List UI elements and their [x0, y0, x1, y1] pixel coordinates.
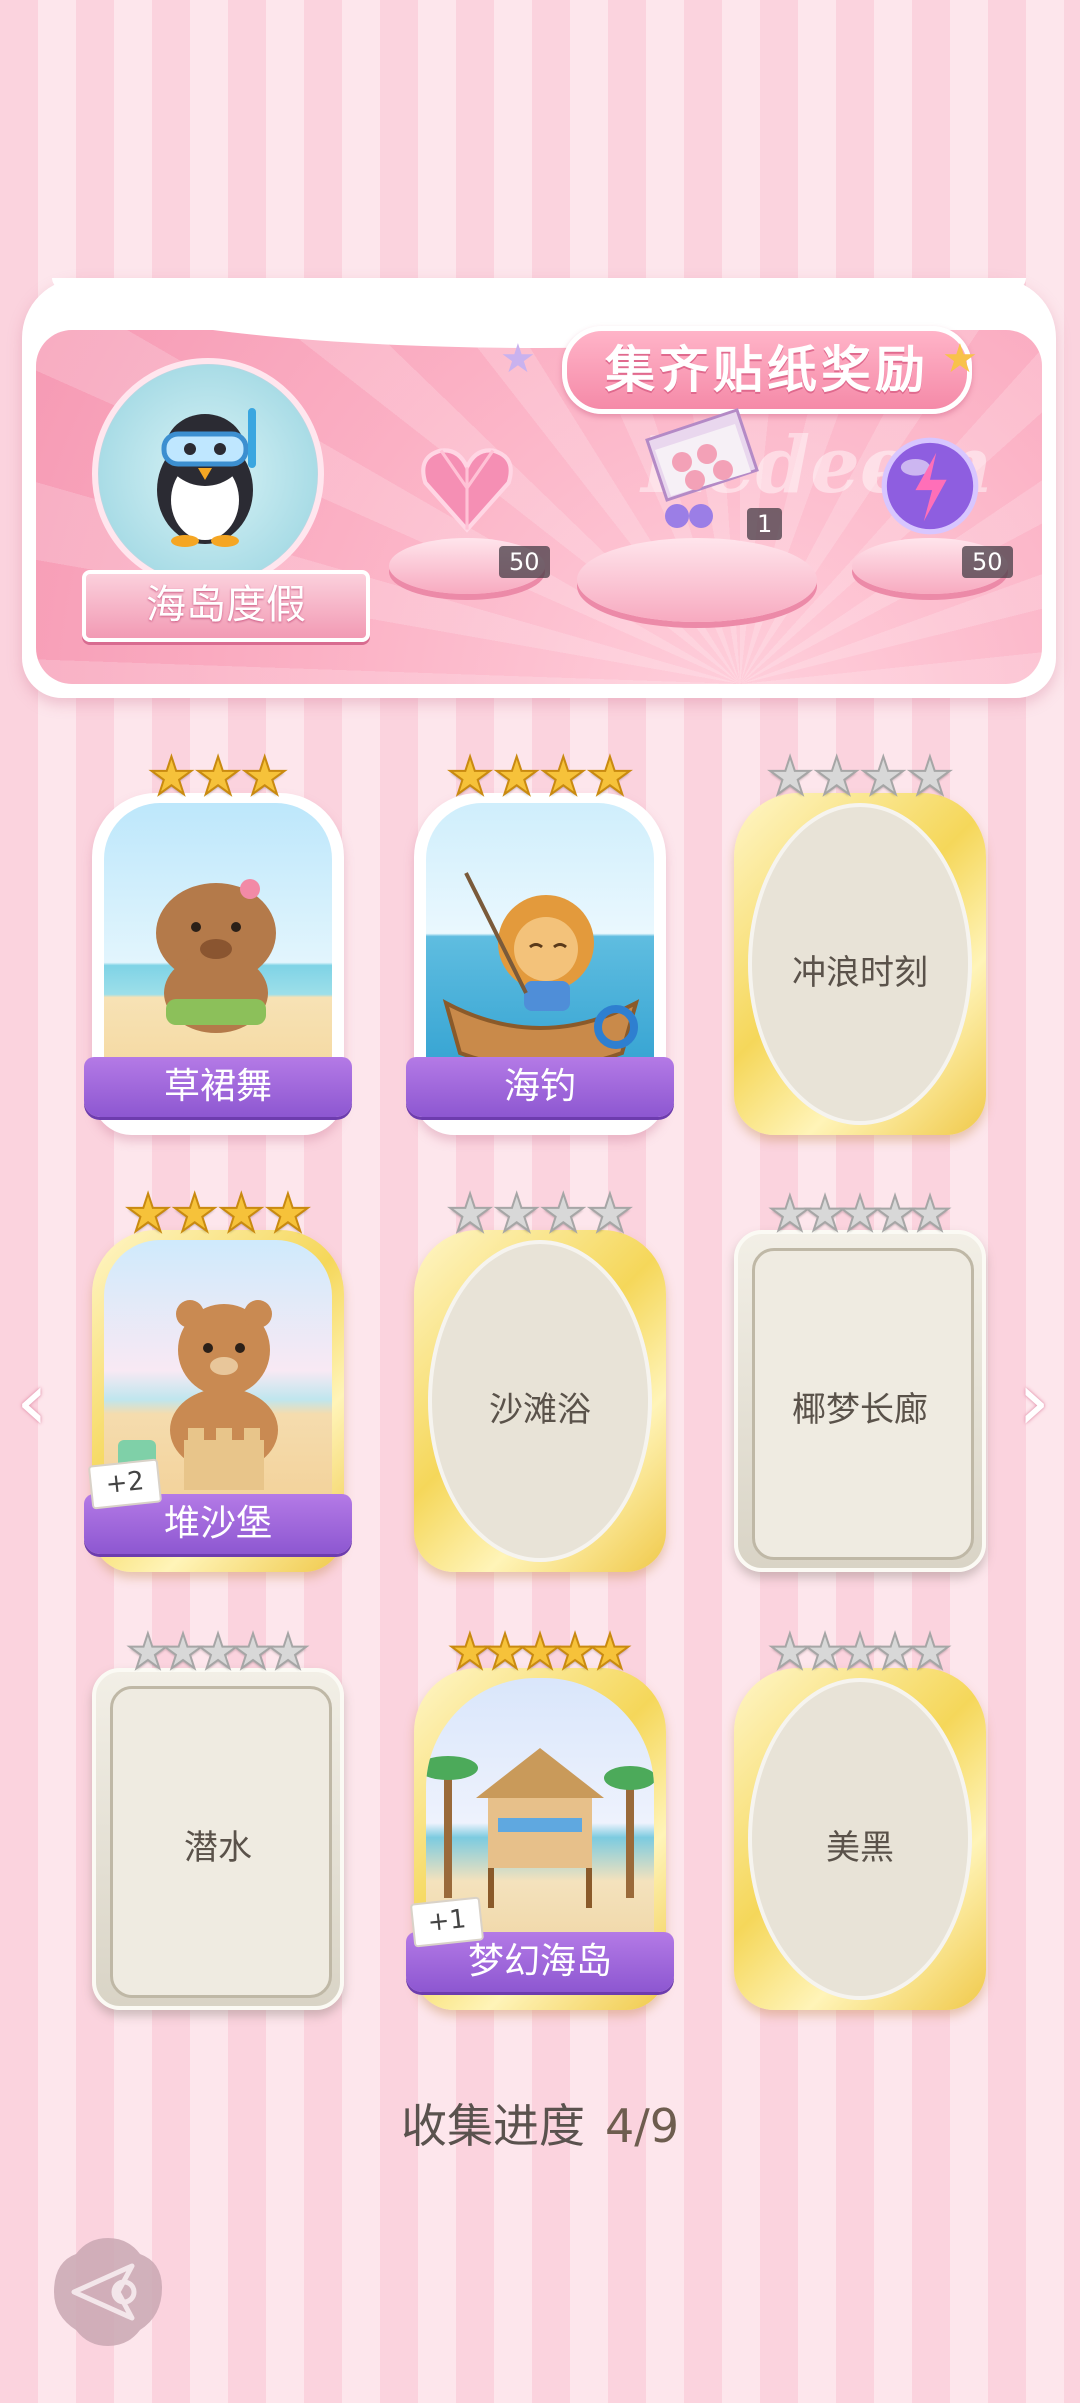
reward-item-gift: 1	[577, 398, 817, 628]
sticker-card[interactable]: ★ ★ ★ ★ 海钓	[406, 750, 674, 1135]
reward-count: 1	[747, 508, 783, 540]
pink-heart-gem-icon	[421, 448, 513, 533]
sticker-card[interactable]: ★ ★ ★ 草裙舞	[84, 750, 352, 1135]
progress-label: 收集进度	[400, 2099, 585, 2153]
bonus-badge: +2	[87, 1458, 163, 1510]
sticker-card-locked[interactable]: 椰梦长廊 ★ ★ ★ ★ ★	[734, 1187, 986, 1572]
chevron-right-icon[interactable]: ›	[1018, 1362, 1050, 1442]
sticker-card[interactable]: ★ ★ ★ ★ ★ +1 梦幻海岛	[406, 1625, 674, 2010]
star-icon: ★	[812, 747, 861, 807]
reward-count: 50	[499, 546, 550, 578]
star-icon: ★	[124, 1184, 173, 1244]
capybara-hula-icon	[104, 803, 332, 1093]
star-icon: ★	[240, 747, 289, 807]
star-icon: ★	[539, 747, 588, 807]
reward-item-energy: 50	[850, 428, 1013, 618]
star-icon: ★	[492, 747, 541, 807]
star-icon: ★	[906, 747, 955, 807]
star-icon: ★	[170, 1184, 219, 1244]
reward-pedestal-large	[577, 538, 817, 622]
star-icon: ★	[446, 1184, 495, 1244]
star-icon: ★	[908, 1624, 953, 1680]
sticker-name: 椰梦长廊	[792, 1390, 928, 1430]
gift-box-icon	[645, 408, 759, 528]
star-icon: ★	[586, 747, 635, 807]
star-icon: ★	[586, 1184, 635, 1244]
star-rating: ★ ★ ★ ★ ★	[414, 1624, 666, 1680]
reward-count: 50	[962, 546, 1013, 578]
purple-energy-orb-icon	[881, 437, 979, 535]
bonus-badge: +1	[409, 1896, 485, 1948]
star-rating: ★ ★ ★ ★ ★	[734, 1186, 986, 1242]
star-rating: ★ ★ ★ ★	[414, 747, 666, 807]
star-rating: ★ ★ ★ ★	[734, 747, 986, 807]
sticker-name: 草裙舞	[84, 1057, 352, 1117]
purple-star-icon: ★	[500, 336, 536, 382]
gold-star-icon: ★	[942, 336, 978, 382]
sticker-name: 沙滩浴	[489, 1390, 591, 1430]
lion-fishing-icon	[426, 803, 654, 1093]
collection-progress: 收集进度 4/9	[0, 2090, 1080, 2156]
sticker-card[interactable]: ★ ★ ★ ★ +2 堆沙堡	[84, 1187, 352, 1572]
star-icon: ★	[859, 747, 908, 807]
star-icon: ★	[147, 747, 196, 807]
star-icon: ★	[264, 1184, 313, 1244]
sticker-name: 海钓	[406, 1057, 674, 1117]
penguin-snorkel-icon	[157, 408, 256, 547]
star-rating: ★ ★ ★	[92, 747, 344, 807]
theme-badge: 海岛度假	[70, 358, 370, 642]
sticker-name: 美黑	[826, 1828, 894, 1868]
sticker-card-locked[interactable]: 冲浪时刻 ★ ★ ★ ★	[734, 750, 986, 1135]
star-rating: ★ ★ ★ ★	[92, 1184, 344, 1244]
star-icon: ★	[217, 1184, 266, 1244]
back-arrow-icon[interactable]	[48, 2232, 168, 2352]
star-icon: ★	[908, 1186, 953, 1242]
reward-item-gems: 50	[387, 428, 550, 618]
star-icon: ★	[266, 1624, 311, 1680]
star-rating: ★ ★ ★ ★ ★	[92, 1624, 344, 1680]
chevron-left-icon[interactable]: ‹	[16, 1362, 48, 1442]
sticker-card-locked[interactable]: 美黑 ★ ★ ★ ★ ★	[734, 1625, 986, 2010]
sticker-name: 潜水	[184, 1828, 252, 1868]
star-icon: ★	[194, 747, 243, 807]
sticker-card-locked[interactable]: 潜水 ★ ★ ★ ★ ★	[92, 1625, 344, 2010]
progress-value: 4/9	[604, 2099, 680, 2153]
star-icon: ★	[766, 747, 815, 807]
sticker-reward-banner: Redeem ★ 集齐贴纸奖励 ★ 海岛度假 50 1 50	[22, 278, 1056, 698]
star-rating: ★ ★ ★ ★	[414, 1184, 666, 1244]
star-icon: ★	[446, 747, 495, 807]
sticker-name: 冲浪时刻	[792, 953, 928, 993]
theme-label: 海岛度假	[82, 570, 370, 642]
star-rating: ★ ★ ★ ★ ★	[734, 1624, 986, 1680]
sticker-card-locked[interactable]: 沙滩浴 ★ ★ ★ ★	[414, 1187, 666, 1572]
star-icon: ★	[492, 1184, 541, 1244]
star-icon: ★	[588, 1624, 633, 1680]
star-icon: ★	[539, 1184, 588, 1244]
